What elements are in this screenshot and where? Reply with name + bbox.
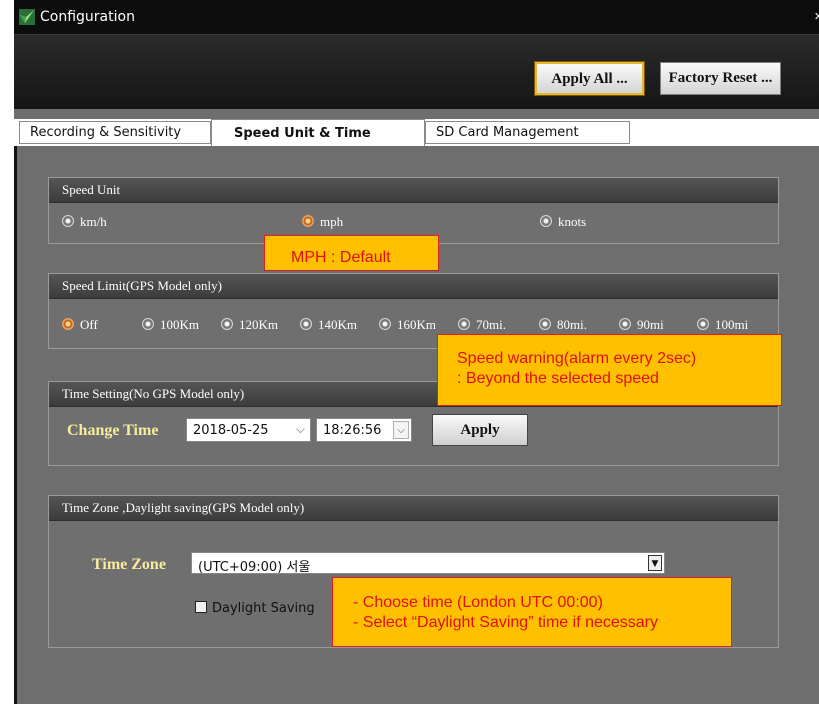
radio-limit-140km-label: 140Km [318,317,357,332]
radio-knots[interactable]: knots [540,214,586,230]
radio-limit-70mi-label: 70mi. [476,317,506,332]
radio-limit-160km[interactable]: 160Km [379,317,436,333]
time-zone-header: Time Zone ,Daylight saving(GPS Model onl… [49,496,778,521]
radio-mph-label: mph [320,214,344,229]
factory-reset-button[interactable]: Factory Reset ... [660,62,781,95]
radio-kmh-indicator[interactable] [62,215,74,227]
annotation-speed-warning: Speed warning(alarm every 2sec) : Beyond… [437,334,782,406]
time-zone-select[interactable]: (UTC+09:00) 서울 ▼ [191,552,665,575]
date-picker[interactable]: 2018-05-25 ⌵ [186,418,311,442]
radio-limit-90mi-label: 90mi [637,317,664,332]
radio-knots-indicator[interactable] [540,215,552,227]
radio-limit-160km-label: 160Km [397,317,436,332]
window-title: Configuration [40,9,135,25]
speed-limit-header: Speed Limit(GPS Model only) [49,274,778,299]
radio-limit-100mi-label: 100mi [715,317,749,332]
change-time-label: Change Time [67,422,159,439]
configuration-window: Configuration × Apply All ... Factory Re… [14,0,819,704]
date-value: 2018-05-25 [193,423,269,438]
chevron-down-icon[interactable]: ⌵ [296,422,305,437]
radio-limit-90mi-indicator[interactable] [619,318,631,330]
title-bar: Configuration × [14,0,819,34]
tab-sd-card-management[interactable]: SD Card Management [425,121,630,144]
radio-limit-70mi-indicator[interactable] [458,318,470,330]
time-picker[interactable]: 18:26:56 ⌵ [316,418,412,442]
apply-time-button[interactable]: Apply [432,414,528,446]
time-zone-value: (UTC+09:00) 서울 [198,560,311,575]
annotation-time-zone-line1: - Choose time (London UTC 00:00) [353,594,603,611]
radio-limit-70mi[interactable]: 70mi. [458,317,506,333]
radio-mph-indicator[interactable] [302,215,314,227]
radio-limit-off-label: Off [80,317,98,332]
daylight-saving-label: Daylight Saving [212,601,315,616]
tab-bar: Recording & Sensitivity Speed Unit & Tim… [14,119,819,147]
radio-limit-80mi-label: 80mi. [557,317,587,332]
time-value: 18:26:56 [323,423,382,438]
radio-limit-100km-indicator[interactable] [142,318,154,330]
close-icon[interactable]: × [814,8,819,25]
radio-kmh-label: km/h [80,214,107,229]
radio-limit-140km-indicator[interactable] [300,318,312,330]
chevron-down-icon[interactable]: ⌵ [393,421,409,439]
speed-unit-group: Speed Unit km/h mph knots [48,177,779,244]
radio-limit-120km-indicator[interactable] [221,318,233,330]
radio-kmh[interactable]: km/h [62,214,107,230]
radio-limit-120km[interactable]: 120Km [221,317,278,333]
annotation-mph-default: MPH : Default [264,235,439,271]
annotation-mph-text: MPH : Default [291,249,391,266]
daylight-saving-checkbox[interactable]: Daylight Saving [195,601,315,616]
annotation-time-zone: - Choose time (London UTC 00:00) - Selec… [332,577,732,647]
radio-limit-off[interactable]: Off [62,317,98,333]
radio-limit-160km-indicator[interactable] [379,318,391,330]
radio-limit-100km[interactable]: 100Km [142,317,199,333]
radio-limit-80mi[interactable]: 80mi. [539,317,587,333]
radio-knots-label: knots [558,214,587,229]
checkbox-box[interactable] [195,601,207,613]
annotation-time-zone-line2: - Select “Daylight Saving” time if neces… [353,614,658,631]
radio-limit-140km[interactable]: 140Km [300,317,357,333]
window-edge [14,146,17,704]
toolbar: Apply All ... Factory Reset ... [14,34,819,109]
radio-limit-100km-label: 100Km [160,317,199,332]
radio-mph[interactable]: mph [302,214,343,230]
radio-limit-100mi-indicator[interactable] [697,318,709,330]
radio-limit-80mi-indicator[interactable] [539,318,551,330]
speed-unit-header: Speed Unit [49,178,778,203]
annotation-speed-warning-line2: : Beyond the selected speed [457,370,659,387]
time-zone-label: Time Zone [92,556,166,573]
radio-limit-120km-label: 120Km [239,317,278,332]
radio-limit-90mi[interactable]: 90mi [619,317,664,333]
apply-all-button[interactable]: Apply All ... [535,62,644,95]
radio-limit-off-indicator[interactable] [62,318,74,330]
tab-speed-unit-time[interactable]: Speed Unit & Time [211,119,425,147]
app-logo-icon [19,9,35,25]
radio-limit-100mi[interactable]: 100mi [697,317,748,333]
chevron-down-icon[interactable]: ▼ [648,555,662,571]
tab-recording-sensitivity[interactable]: Recording & Sensitivity [19,121,211,144]
annotation-speed-warning-line1: Speed warning(alarm every 2sec) [457,350,697,367]
